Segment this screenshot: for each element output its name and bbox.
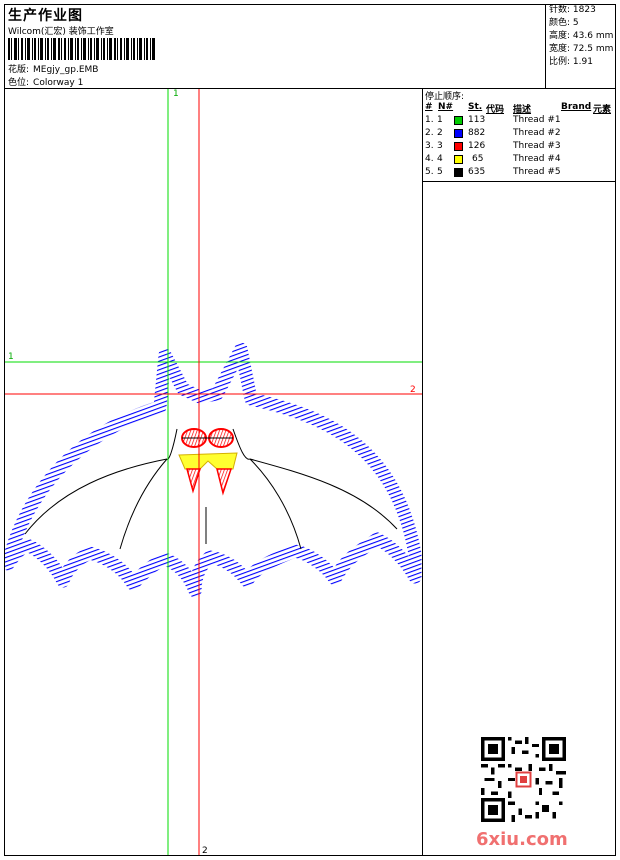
table-row: 5. 5 635 Thread #5 [423,167,615,180]
header: 生产作业图 Wilcom(汇宏) 装饰工作室 花版: MEgjy_gp.EMB 色… [4,4,616,89]
row-desc: Thread #1 [513,115,561,125]
stop-sequence-title: 停止顺序: [425,92,465,102]
table-row: 2. 2 882 Thread #2 [423,128,615,141]
row-code: 882 [468,128,486,138]
stat-label: 宽度: [549,44,571,54]
bat-fang-right [216,468,233,496]
bat-eyes [181,428,234,448]
stop-sequence-header: # N# St. 代码 描述 Brand 元素 [423,102,615,115]
color-swatch [454,168,463,177]
stop-sequence-panel: 停止顺序: # N# St. 代码 描述 Brand 元素 1. 1 113 T… [423,89,615,182]
stat-value: 1823 [572,5,596,15]
guide-label-red-right: 2 [410,385,416,395]
bat-fang-left [186,468,202,494]
color-swatch [454,116,463,125]
row-desc: Thread #3 [513,141,561,151]
row-needle: 3 [437,141,443,151]
stat-value: 43.6 mm [572,31,614,41]
design-canvas: 1 1 2 2 [5,89,423,855]
qr-code-icon [481,737,566,822]
row-desc: Thread #5 [513,167,561,177]
row-code: 126 [468,141,486,151]
stat-label: 比例: [549,57,571,67]
row-needle: 5 [437,167,443,177]
col-needle: N# [438,102,454,112]
row-num: 1. [425,115,434,125]
stat-label: 高度: [549,31,571,41]
stat-stitches: 针数: 1823 [549,4,616,17]
studio-subtitle: Wilcom(汇宏) 装饰工作室 [8,27,114,37]
col-code: 代码 [486,105,505,115]
design-file-row: 花版: MEgjy_gp.EMB [8,62,98,75]
design-file-label: 花版: [8,65,30,75]
design-file-value: MEgjy_gp.EMB [33,65,99,75]
row-code: 65 [472,154,484,164]
stat-colors: 颜色: 5 [549,17,616,30]
row-code: 113 [468,115,486,125]
site-watermark: 6xiu.com [476,829,568,850]
stat-label: 颜色: [549,18,571,28]
guide-label-red-bottom: 2 [202,846,208,855]
stat-label: 针数: [549,5,571,15]
stat-scale: 比例: 1.91 [549,56,616,69]
table-row: 3. 3 126 Thread #3 [423,141,615,154]
row-code: 635 [468,167,486,177]
row-num: 5. [425,167,434,177]
barcode-icon [8,38,155,60]
stat-value: 72.5 mm [572,44,614,54]
page-title: 生产作业图 [8,8,83,24]
row-num: 2. [425,128,434,138]
colorway-row: 色位: Colorway 1 [8,75,83,88]
guide-label-green-top: 1 [173,89,179,99]
colorway-label: 色位: [8,78,30,88]
row-desc: Thread #4 [513,154,561,164]
col-element: 元素 [593,105,612,115]
col-brand: Brand [561,102,592,112]
color-swatch [454,142,463,151]
table-row: 4. 4 65 Thread #4 [423,154,615,167]
row-needle: 2 [437,128,443,138]
colorway-value: Colorway 1 [33,78,84,88]
table-row: 1. 1 113 Thread #1 [423,115,615,128]
stat-width: 宽度: 72.5 mm [549,43,616,56]
color-swatch [454,155,463,164]
stat-value: 5 [572,18,579,28]
row-num: 4. [425,154,434,164]
bat-mouth [178,452,238,470]
stat-value: 1.91 [572,57,593,67]
bat-wing-outline [5,342,422,598]
col-num: # [425,102,433,112]
stats-panel: 针数: 1823 颜色: 5 高度: 43.6 mm 宽度: 72.5 mm 比… [545,4,616,88]
row-num: 3. [425,141,434,151]
row-needle: 1 [437,115,443,125]
color-swatch [454,129,463,138]
row-desc: Thread #2 [513,128,561,138]
guide-label-green-left: 1 [8,352,14,362]
bat-embroidery-drawing [5,89,422,855]
row-needle: 4 [437,154,443,164]
stat-height: 高度: 43.6 mm [549,30,616,43]
col-stitches: St. [468,102,483,112]
col-desc: 描述 [513,105,532,115]
